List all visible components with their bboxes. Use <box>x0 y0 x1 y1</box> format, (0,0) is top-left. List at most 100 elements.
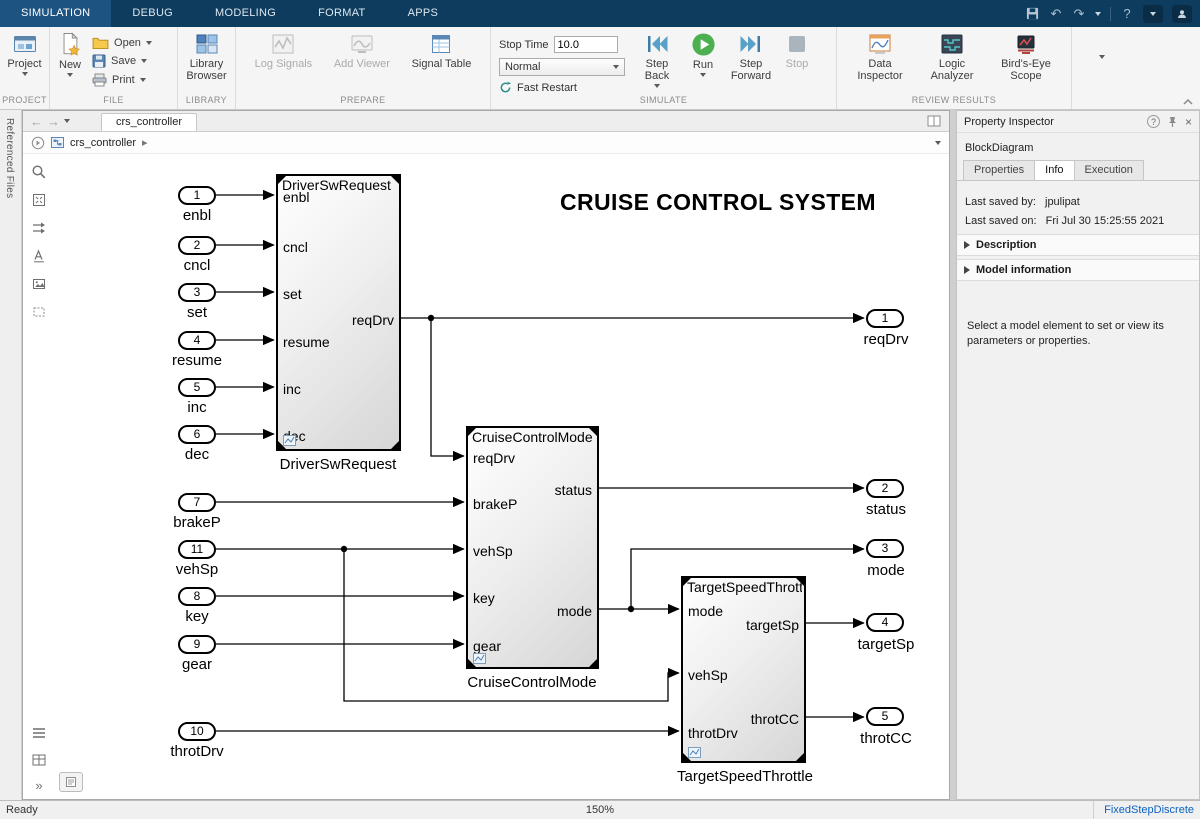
inspector-close-icon[interactable]: × <box>1185 115 1192 129</box>
section-description[interactable]: Description <box>957 234 1199 256</box>
pin-icon[interactable] <box>1167 116 1178 128</box>
input-port[interactable]: 11 <box>178 540 216 559</box>
inport-label: key <box>473 589 495 607</box>
input-port[interactable]: 7 <box>178 493 216 512</box>
tab-simulation[interactable]: SIMULATION <box>0 0 111 27</box>
input-port[interactable]: 2 <box>178 236 216 255</box>
block-cruisecontrolmode[interactable]: CruiseControlMode reqDrv brakeP vehSp ke… <box>466 426 599 669</box>
image-annotation-icon[interactable] <box>30 275 48 293</box>
add-viewer-icon <box>349 32 375 56</box>
log-signals-button[interactable]: Log Signals <box>252 30 316 72</box>
tab-execution[interactable]: Execution <box>1074 160 1144 180</box>
block-driverswrequest[interactable]: DriverSwRequest enbl cncl set resume inc… <box>276 174 401 451</box>
chart-badge-icon <box>473 653 486 664</box>
help-icon[interactable]: ? <box>1120 6 1134 22</box>
library-browser-button[interactable]: Library Browser <box>178 30 235 84</box>
output-port[interactable]: 3 <box>866 539 904 558</box>
branch-point <box>628 606 634 612</box>
section-label-project: PROJECT <box>0 95 49 109</box>
output-port[interactable]: 2 <box>866 479 904 498</box>
print-button[interactable]: Print <box>92 73 152 87</box>
birds-eye-scope-button[interactable]: Bird's-Eye Scope <box>995 30 1057 84</box>
quickbar-options-caret-icon[interactable] <box>1095 12 1101 16</box>
input-port[interactable]: 3 <box>178 283 216 302</box>
tab-info[interactable]: Info <box>1034 160 1074 180</box>
input-port[interactable]: 9 <box>178 635 216 654</box>
inspector-help-icon[interactable]: ? <box>1147 115 1160 128</box>
breadcrumb-options-caret-icon[interactable] <box>935 141 941 145</box>
zoom-selection-icon[interactable] <box>30 219 48 237</box>
section-model-information[interactable]: Model information <box>957 259 1199 281</box>
model-editor: ← → crs_controller crs_controller ▸ <box>22 110 950 800</box>
run-button[interactable]: Run <box>681 30 725 79</box>
save-button[interactable]: Save <box>92 54 152 68</box>
area-annotation-icon[interactable] <box>30 303 48 321</box>
project-button[interactable]: Project <box>4 30 44 78</box>
breadcrumb-item[interactable]: crs_controller <box>70 137 136 149</box>
output-port[interactable]: 5 <box>866 707 904 726</box>
zoom-icon[interactable] <box>30 163 48 181</box>
tab-debug[interactable]: DEBUG <box>111 0 194 27</box>
document-tab[interactable]: crs_controller <box>101 113 197 131</box>
tab-format[interactable]: FORMAT <box>297 0 386 27</box>
explorer-bar-toggle-icon[interactable] <box>31 136 45 150</box>
data-inspector-button[interactable]: Data Inspector <box>851 30 909 84</box>
stop-time-input[interactable] <box>554 36 618 53</box>
input-port[interactable]: 6 <box>178 425 216 444</box>
fast-restart-toggle[interactable]: Fast Restart <box>499 81 627 94</box>
annotation-icon[interactable] <box>30 247 48 265</box>
notifications-icon[interactable] <box>1143 5 1163 23</box>
document-tab-bar: ← → crs_controller <box>23 111 949 132</box>
output-port[interactable]: 4 <box>866 613 904 632</box>
stop-button[interactable]: Stop <box>777 30 817 72</box>
tab-modeling[interactable]: MODELING <box>194 0 297 27</box>
new-button[interactable]: New <box>56 30 84 79</box>
inport-label: mode <box>688 602 723 620</box>
block-targetspeedthrottle[interactable]: TargetSpeedThrottle mode vehSp throtDrv … <box>681 576 806 763</box>
breadcrumb-bar: crs_controller ▸ <box>23 132 949 154</box>
input-port[interactable]: 4 <box>178 331 216 350</box>
input-port[interactable]: 1 <box>178 186 216 205</box>
logic-analyzer-button[interactable]: Logic Analyzer <box>923 30 981 84</box>
legend-button[interactable] <box>59 772 83 792</box>
referenced-files-strip[interactable]: Referenced Files <box>0 110 22 800</box>
status-solver[interactable]: FixedStepDiscrete <box>1093 801 1194 819</box>
step-back-button[interactable]: Step Back <box>633 30 681 90</box>
nav-history-caret-icon[interactable] <box>64 119 70 123</box>
gallery-caret-icon[interactable] <box>1099 55 1105 59</box>
more-tools-icon[interactable]: » <box>35 778 42 793</box>
block-diagram[interactable]: CRUISE CONTROL SYSTEM DriverSwRequest en… <box>23 111 951 801</box>
collapse-toolstrip-icon[interactable] <box>1182 98 1194 106</box>
add-viewer-button[interactable]: Add Viewer <box>331 30 393 72</box>
account-icon[interactable] <box>1172 5 1192 23</box>
inport-label: inc <box>283 380 301 398</box>
output-port[interactable]: 1 <box>866 309 904 328</box>
tab-apps[interactable]: APPS <box>387 0 460 27</box>
nav-forward-icon[interactable]: → <box>47 114 60 129</box>
fit-to-view-icon[interactable] <box>30 191 48 209</box>
print-caret-icon <box>140 78 146 82</box>
inport-label: vehSp <box>473 542 513 560</box>
quick-save-icon[interactable] <box>1026 7 1040 20</box>
expand-arrow-icon <box>964 241 970 249</box>
info-panel: Last saved by: jpulipat Last saved on: F… <box>957 181 1199 231</box>
viewmarks-icon[interactable] <box>30 724 48 742</box>
input-port[interactable]: 5 <box>178 378 216 397</box>
nav-back-icon[interactable]: ← <box>30 114 43 129</box>
legend-icon <box>65 776 77 788</box>
redo-icon[interactable]: ↷ <box>1072 6 1086 22</box>
input-port[interactable]: 10 <box>178 722 216 741</box>
tab-properties[interactable]: Properties <box>963 160 1035 180</box>
input-port[interactable]: 8 <box>178 587 216 606</box>
model-data-editor-icon[interactable] <box>30 751 48 769</box>
wire-reqDrv-branch[interactable] <box>431 318 464 456</box>
stop-time-label: Stop Time <box>499 39 549 51</box>
step-forward-button[interactable]: Step Forward <box>725 30 777 84</box>
open-button[interactable]: Open <box>92 36 152 49</box>
open-icon <box>92 36 109 49</box>
input-port-label: throtDrv <box>137 743 257 760</box>
undo-icon[interactable]: ↶ <box>1049 6 1063 22</box>
signal-table-button[interactable]: Signal Table <box>409 30 475 72</box>
editor-layout-icon[interactable] <box>927 115 941 127</box>
sim-mode-select[interactable]: Normal <box>499 58 625 76</box>
